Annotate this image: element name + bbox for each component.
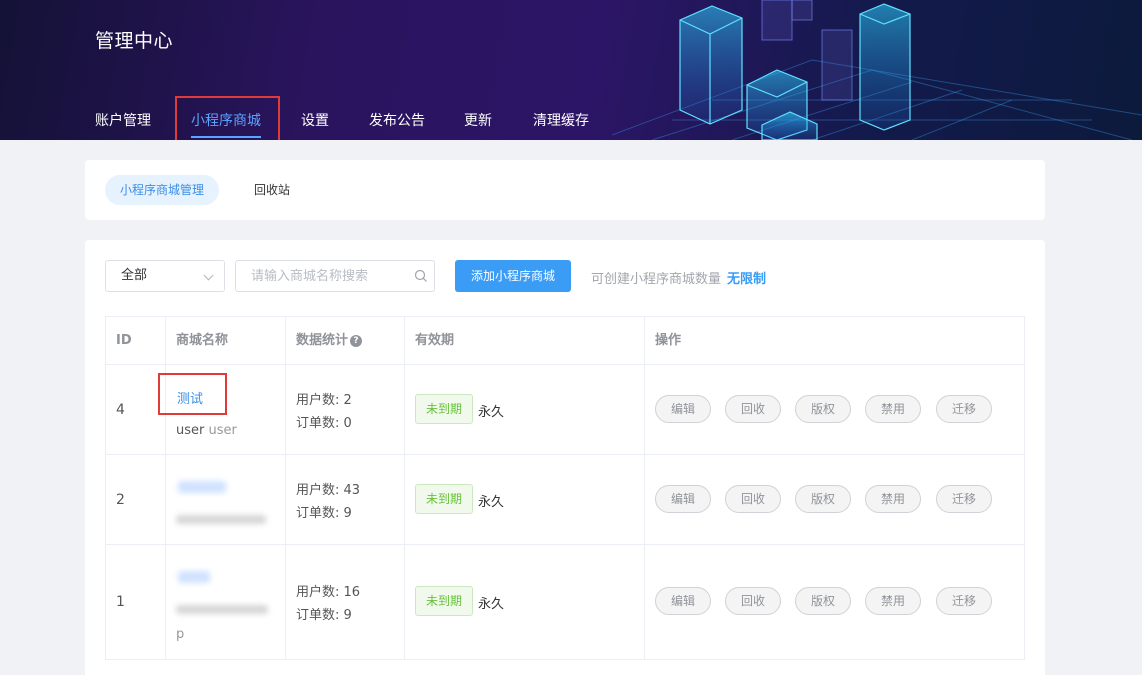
add-mall-button[interactable]: 添加小程序商城 <box>455 260 571 292</box>
cell-ops: 编辑 回收 版权 禁用 迁移 <box>645 455 1026 544</box>
main-card: 全部 添加小程序商城 可创建小程序商城数量无限制 ID 商城名称 数据统计? 有… <box>85 240 1045 675</box>
cell-id: 4 <box>106 365 166 454</box>
migrate-button[interactable]: 迁移 <box>936 395 992 423</box>
migrate-button[interactable]: 迁移 <box>936 587 992 615</box>
owner-name-tail: p <box>176 627 185 642</box>
table-row: 2 用户数: 43 订单数: 9 未到期 永久 编辑 回收 版权 禁用 迁移 <box>106 455 1024 545</box>
subtabs-card: 小程序商城管理 回收站 <box>85 160 1045 220</box>
quota-value: 无限制 <box>727 272 767 287</box>
user-count: 用户数: 2 <box>296 393 352 408</box>
cell-id: 1 <box>106 545 166 659</box>
status-badge: 未到期 <box>415 586 473 616</box>
app-title: 管理中心 <box>95 30 174 52</box>
order-count: 订单数: 9 <box>296 608 352 623</box>
status-badge: 未到期 <box>415 394 473 424</box>
blurred-mall-name <box>178 481 226 493</box>
validity-text: 永久 <box>478 405 505 420</box>
edit-button[interactable]: 编辑 <box>655 485 711 513</box>
blurred-owner <box>176 515 266 524</box>
disable-button[interactable]: 禁用 <box>865 395 921 423</box>
table-row: 4 测试 user user 用户数: 2 订单数: 0 未到期 永久 编辑 回… <box>106 365 1024 455</box>
cell-ops: 编辑 回收 版权 禁用 迁移 <box>645 545 1026 659</box>
header-illustration <box>612 0 1142 140</box>
recycle-button[interactable]: 回收 <box>725 587 781 615</box>
cell-name: 测试 user user <box>166 365 286 454</box>
user-count: 用户数: 16 <box>296 585 361 600</box>
nav-item-settings[interactable]: 设置 <box>301 110 329 130</box>
nav-item-clear-cache[interactable]: 清理缓存 <box>533 110 589 130</box>
cell-stats: 用户数: 43 订单数: 9 <box>286 455 405 544</box>
header-stats: 数据统计? <box>286 317 405 364</box>
owner-alias: user <box>208 423 237 438</box>
question-circle-icon[interactable]: ? <box>350 335 363 347</box>
search-icon[interactable] <box>414 269 428 283</box>
nav-item-accounts[interactable]: 账户管理 <box>95 110 151 130</box>
copyright-button[interactable]: 版权 <box>795 587 851 615</box>
mall-name-link[interactable]: 测试 <box>177 388 203 407</box>
recycle-button[interactable]: 回收 <box>725 395 781 423</box>
header-id: ID <box>106 317 166 364</box>
filter-select-value: 全部 <box>121 268 148 283</box>
row-id: 4 <box>116 401 125 418</box>
cell-name <box>166 455 286 544</box>
quota-label: 可创建小程序商城数量 <box>591 272 722 287</box>
nav-item-label: 小程序商城 <box>191 113 261 129</box>
nav-item-update[interactable]: 更新 <box>464 110 492 130</box>
edit-button[interactable]: 编辑 <box>655 587 711 615</box>
user-count: 用户数: 43 <box>296 483 361 498</box>
chevron-down-icon <box>203 270 214 281</box>
validity-text: 永久 <box>478 597 505 612</box>
cell-validity: 未到期 永久 <box>405 545 645 659</box>
order-count: 订单数: 9 <box>296 506 352 521</box>
cell-stats: 用户数: 2 订单数: 0 <box>286 365 405 454</box>
cell-validity: 未到期 永久 <box>405 455 645 544</box>
copyright-button[interactable]: 版权 <box>795 485 851 513</box>
row-id: 2 <box>116 491 125 508</box>
copyright-button[interactable]: 版权 <box>795 395 851 423</box>
cell-id: 2 <box>106 455 166 544</box>
migrate-button[interactable]: 迁移 <box>936 485 992 513</box>
owner-name: user <box>176 423 205 438</box>
nav-item-announcement[interactable]: 发布公告 <box>369 110 425 130</box>
cell-name: p <box>166 545 286 659</box>
filter-select[interactable]: 全部 <box>105 260 225 292</box>
cell-validity: 未到期 永久 <box>405 365 645 454</box>
table-row: 1 p 用户数: 16 订单数: 9 未到期 永久 编辑 回收 版权 禁用 迁移 <box>106 545 1024 659</box>
edit-button[interactable]: 编辑 <box>655 395 711 423</box>
subtab-recycle-bin[interactable]: 回收站 <box>239 175 305 205</box>
header-validity: 有效期 <box>405 317 645 364</box>
mall-table: ID 商城名称 数据统计? 有效期 操作 4 测试 user user 用户数:… <box>105 316 1025 660</box>
validity-text: 永久 <box>478 495 505 510</box>
recycle-button[interactable]: 回收 <box>725 485 781 513</box>
row-id: 1 <box>116 594 125 610</box>
blurred-owner <box>176 605 268 614</box>
disable-button[interactable]: 禁用 <box>865 587 921 615</box>
search-input[interactable] <box>236 261 406 291</box>
disable-button[interactable]: 禁用 <box>865 485 921 513</box>
header-name: 商城名称 <box>166 317 286 364</box>
nav-item-mini-program-mall[interactable]: 小程序商城 <box>191 110 261 138</box>
cell-ops: 编辑 回收 版权 禁用 迁移 <box>645 365 1026 454</box>
search-box <box>235 260 435 292</box>
status-badge: 未到期 <box>415 484 473 514</box>
subtab-mall-management[interactable]: 小程序商城管理 <box>105 175 220 205</box>
active-tab-underline <box>191 136 261 138</box>
mall-owner: user user <box>176 423 237 438</box>
header-stats-label: 数据统计 <box>296 333 349 348</box>
order-count: 订单数: 0 <box>296 416 352 431</box>
blurred-mall-name <box>178 571 210 583</box>
header-ops: 操作 <box>655 333 682 348</box>
quota-info: 可创建小程序商城数量 无限制 <box>591 268 766 287</box>
table-header-row: ID 商城名称 数据统计? 有效期 操作 <box>106 317 1024 365</box>
top-header: 管理中心 账户管理 小程序商城 设置 发布公告 更新 清理缓存 <box>0 0 1142 140</box>
cell-stats: 用户数: 16 订单数: 9 <box>286 545 405 659</box>
